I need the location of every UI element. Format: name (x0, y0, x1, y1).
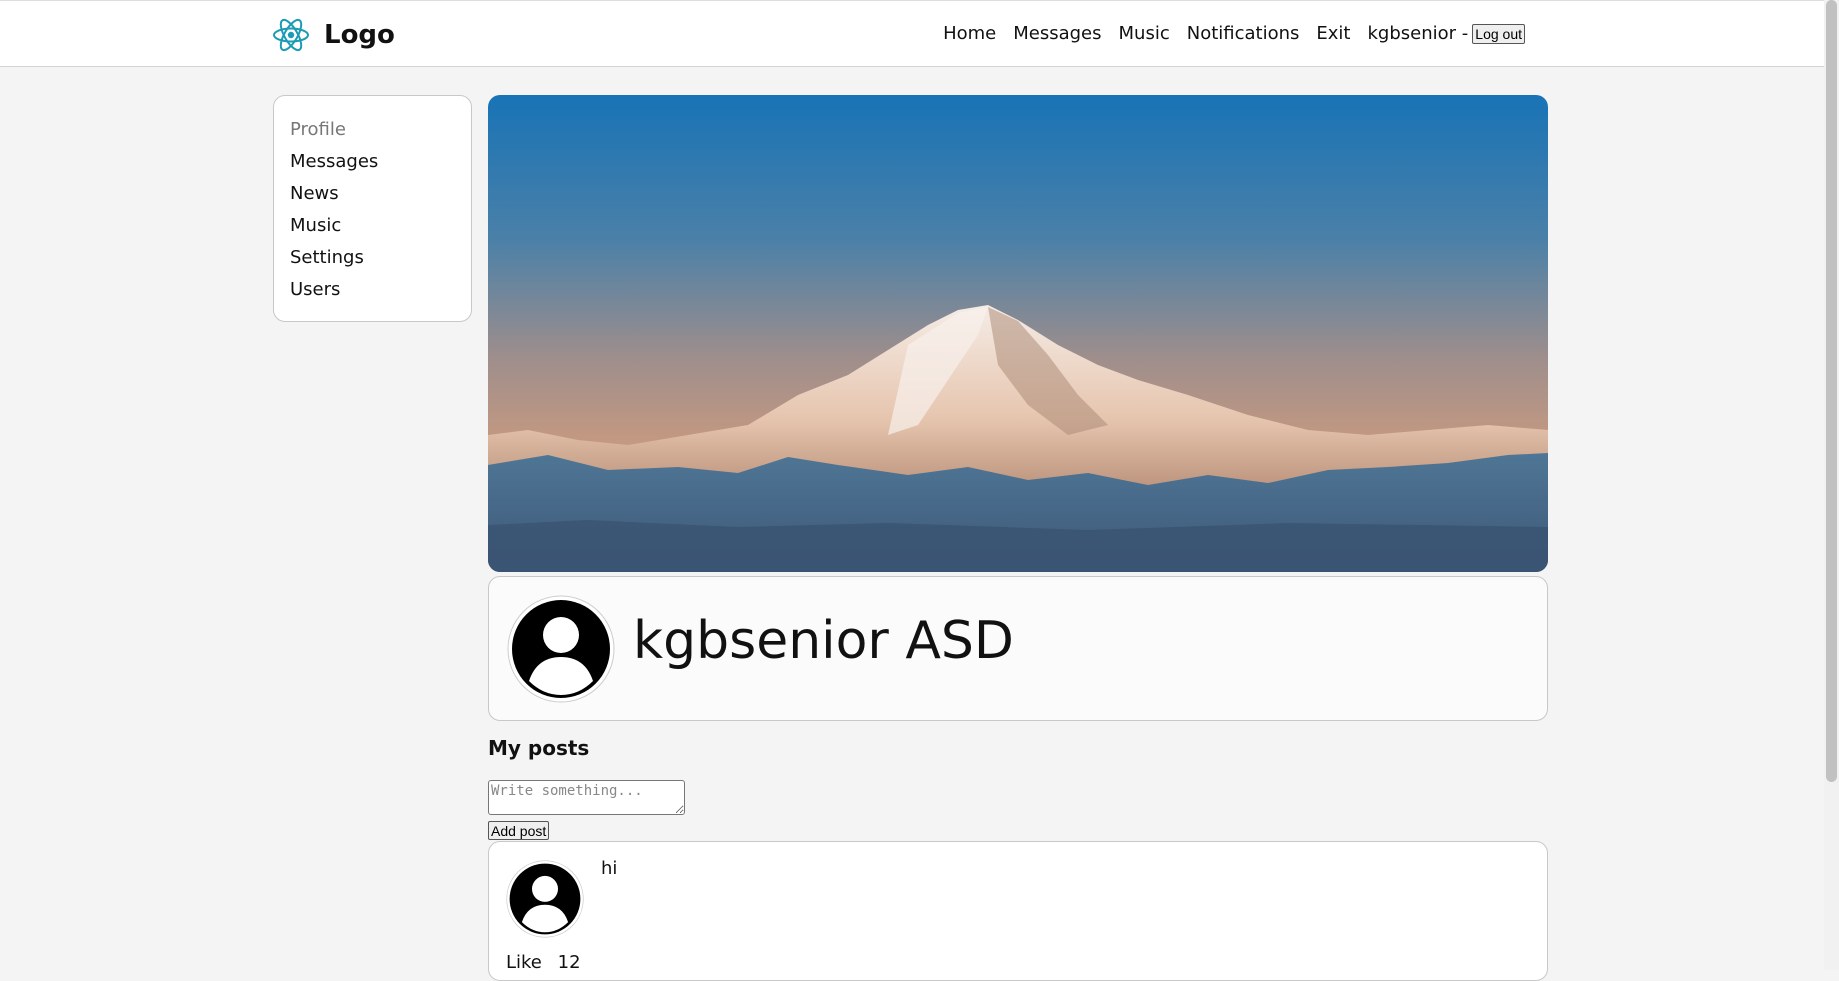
current-user-label: kgbsenior - (1367, 23, 1469, 44)
nav-home[interactable]: Home (943, 23, 996, 44)
profile-banner-image (488, 95, 1548, 572)
logout-button[interactable]: Log out (1472, 23, 1525, 44)
sidebar-item-messages[interactable]: Messages (290, 148, 455, 180)
post-item: hi Like 12 (488, 841, 1548, 981)
sidebar-item-settings[interactable]: Settings (290, 244, 455, 276)
post-input[interactable] (488, 780, 685, 815)
profile-name: kgbsenior ASD (633, 611, 1014, 671)
sidebar-item-news[interactable]: News (290, 180, 455, 212)
my-posts-heading: My posts (488, 736, 590, 760)
top-header: Logo Home Messages Music Notifications E… (0, 0, 1824, 67)
nav-messages[interactable]: Messages (1013, 23, 1101, 44)
logo-text: Logo (324, 20, 395, 50)
nav-music[interactable]: Music (1119, 23, 1170, 44)
sidebar: Profile Messages News Music Settings Use… (273, 95, 472, 322)
scrollbar-thumb[interactable] (1826, 0, 1837, 782)
nav-notifications[interactable]: Notifications (1187, 23, 1300, 44)
page-scrollbar[interactable] (1824, 0, 1839, 970)
top-nav: Home Messages Music Notifications Exit k… (926, 23, 1525, 44)
profile-card: kgbsenior ASD (488, 576, 1548, 721)
user-avatar-icon (506, 860, 584, 938)
sidebar-item-users[interactable]: Users (290, 276, 455, 308)
sidebar-item-music[interactable]: Music (290, 212, 455, 244)
post-text: hi (601, 858, 618, 879)
mountain-landscape-image (488, 95, 1548, 572)
logo[interactable]: Logo (272, 17, 395, 53)
nav-exit[interactable]: Exit (1316, 23, 1350, 44)
sidebar-item-profile[interactable]: Profile (290, 116, 455, 148)
add-post-button[interactable]: Add post (488, 821, 550, 840)
react-atom-icon (273, 18, 309, 52)
user-avatar-icon[interactable] (507, 595, 615, 703)
